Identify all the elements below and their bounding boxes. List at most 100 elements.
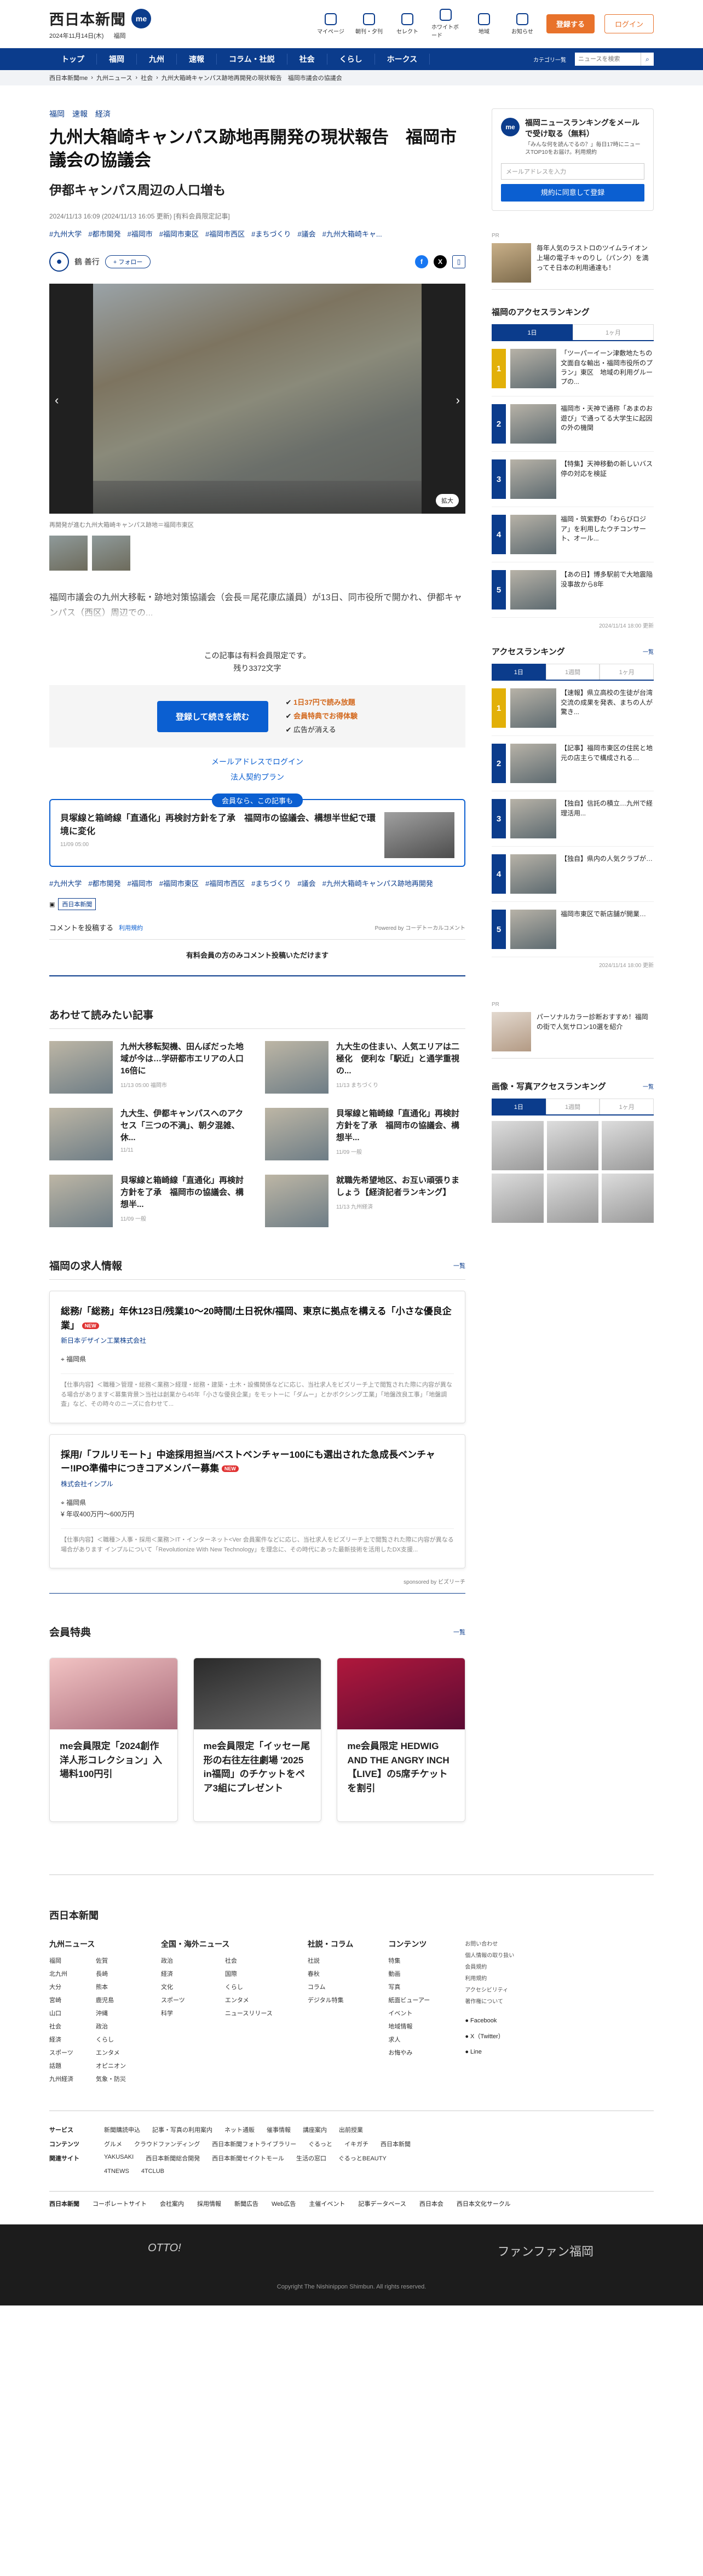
tab-1month[interactable]: 1ヶ月: [573, 324, 654, 341]
footer-link[interactable]: 沖縄: [96, 2009, 126, 2017]
footer-link[interactable]: エンタメ: [225, 1996, 273, 2004]
footer-service-link[interactable]: イキガチ: [344, 2140, 368, 2148]
header-icon-paper[interactable]: 朝刊・夕刊: [355, 13, 383, 35]
photo-thumbnail[interactable]: [49, 535, 88, 571]
footer-small-link[interactable]: 著作権について: [465, 1996, 514, 2008]
breadcrumb-item[interactable]: 西日本新聞me: [49, 73, 88, 82]
footer-logo[interactable]: 西日本新聞: [49, 1908, 654, 1922]
footer-link[interactable]: 政治: [161, 1956, 209, 1965]
footer-link[interactable]: 社説: [308, 1956, 354, 1965]
nav-item-fukuoka[interactable]: 福岡: [97, 54, 137, 65]
zoom-button[interactable]: 拡大: [436, 493, 459, 507]
newsletter-email-input[interactable]: メールアドレスを入力: [501, 163, 644, 180]
footer-link[interactable]: 春秋: [308, 1969, 354, 1978]
next-arrow-icon[interactable]: ›: [456, 393, 460, 407]
comment-rules-link[interactable]: 利用規約: [119, 923, 143, 932]
prev-arrow-icon[interactable]: ‹: [55, 393, 59, 407]
tag-link[interactable]: #九州大箱崎キャ...: [322, 228, 382, 239]
ranking-item[interactable]: 2 福岡市・天神で通称「あまのお遊び」で通ってる大学生に起因の外の機関: [492, 404, 654, 452]
footer-corporate-link[interactable]: 会社案内: [160, 2199, 184, 2208]
tab-1day[interactable]: 1日: [492, 1099, 546, 1115]
corporate-plan-link[interactable]: 法人契約プラン: [49, 772, 465, 783]
ranking-item[interactable]: 3 【特集】天神移動の新しいバス停の対応を検証: [492, 459, 654, 508]
ranking-item[interactable]: 5 【あの日】博多駅前で大地震陥没事故から8年: [492, 570, 654, 618]
recommend-item[interactable]: 貝塚線と箱崎線「直通化」再検討方針を了承 福岡市の協議会、構想半... 11/09…: [265, 1108, 465, 1161]
footer-link[interactable]: くらし: [96, 2035, 126, 2044]
breadcrumb-item[interactable]: 社会: [141, 73, 153, 82]
footer-link[interactable]: オピニオン: [96, 2061, 126, 2070]
category-link[interactable]: 福岡: [49, 108, 65, 119]
login-button[interactable]: ログイン: [604, 14, 654, 33]
category-link[interactable]: 経済: [95, 108, 111, 119]
footer-link[interactable]: 大分: [49, 1982, 79, 1991]
footer-service-link[interactable]: YAKUSAKI: [104, 2154, 134, 2163]
footer-service-link[interactable]: 西日本新聞: [381, 2140, 411, 2148]
weather-location[interactable]: 福岡: [113, 31, 125, 40]
tag-link[interactable]: #議会: [297, 878, 315, 888]
footer-link[interactable]: 政治: [96, 2022, 126, 2031]
header-icon-select[interactable]: セレクト: [393, 13, 422, 35]
footer-service-link[interactable]: ぐるっとBEAUTY: [338, 2154, 387, 2163]
recommend-item[interactable]: 九州大移転契機、田んぼだった地域が今は…学研都市エリアの人口16倍に 11/13 …: [49, 1041, 250, 1094]
header-icon-area[interactable]: 地域: [470, 13, 498, 35]
footer-link[interactable]: イベント: [388, 2009, 430, 2017]
footer-link[interactable]: 求人: [388, 2035, 430, 2044]
footer-link[interactable]: スポーツ: [49, 2048, 79, 2057]
photo-thumbnail[interactable]: [492, 1174, 544, 1223]
footer-link[interactable]: 山口: [49, 2009, 79, 2017]
footer-link[interactable]: エンタメ: [96, 2048, 126, 2057]
footer-service-link[interactable]: 記事・写真の利用案内: [152, 2125, 212, 2134]
footer-link[interactable]: 話題: [49, 2061, 79, 2070]
footer-link[interactable]: 佐賀: [96, 1956, 126, 1965]
perk-card[interactable]: me会員限定「2024創作洋人形コレクション」入場料100円引: [49, 1658, 178, 1822]
footer-small-link[interactable]: 会員規約: [465, 1962, 514, 1973]
nav-item-hawks[interactable]: ホークス: [375, 54, 430, 65]
footer-service-link[interactable]: 講座案内: [303, 2125, 327, 2134]
ranking-more-link[interactable]: 一覧: [643, 647, 654, 656]
header-icon-notice[interactable]: お知らせ: [508, 13, 537, 35]
ranking-item[interactable]: 3 【独自】信託の積立…九州で経理活用...: [492, 799, 654, 847]
nav-item-kyushu[interactable]: 九州: [137, 54, 177, 65]
perk-card[interactable]: me会員限定「イッセー尾形の右往左往劇場 '2025 in福岡」のチケットをペア…: [193, 1658, 322, 1822]
jobs-more-link[interactable]: 一覧: [453, 1261, 465, 1270]
tab-1day[interactable]: 1日: [492, 324, 573, 341]
footer-corporate-link[interactable]: コーポレートサイト: [93, 2199, 147, 2208]
tab-1month[interactable]: 1ヶ月: [600, 664, 654, 680]
x-link[interactable]: ● X（Twitter）: [465, 2029, 514, 2045]
tag-link[interactable]: #九州大学: [49, 228, 82, 239]
tag-link[interactable]: #まちづくり: [251, 228, 291, 239]
footer-service-link[interactable]: 出前授業: [339, 2125, 363, 2134]
footer-service-link[interactable]: グルメ: [104, 2140, 122, 2148]
recommend-item[interactable]: 九大生、伊都キャンパスへのアクセス「三つの不満」、朝夕混雑、休... 11/11: [49, 1108, 250, 1161]
footer-service-link[interactable]: 西日本新聞フォトライブラリー: [212, 2140, 296, 2148]
footer-service-link[interactable]: 催事情報: [267, 2125, 291, 2134]
follow-button[interactable]: + フォロー: [105, 255, 151, 268]
footer-link[interactable]: 長崎: [96, 1969, 126, 1978]
photo-thumbnail[interactable]: [602, 1174, 654, 1223]
footer-service-link[interactable]: 新聞購読申込: [104, 2125, 140, 2134]
article-photo[interactable]: ‹ › 拡大: [49, 283, 465, 514]
footer-corporate-link[interactable]: 主催イベント: [309, 2199, 345, 2208]
photo-thumbnail[interactable]: [546, 1174, 599, 1223]
footer-corporate-link[interactable]: 採用情報: [197, 2199, 221, 2208]
tag-link[interactable]: #まちづくり: [251, 878, 291, 888]
brand-fanfan[interactable]: ファンファン福岡: [498, 2242, 593, 2259]
footer-service-link[interactable]: ネット通販: [224, 2125, 255, 2134]
tag-link[interactable]: #九州大学: [49, 878, 82, 888]
tab-1day[interactable]: 1日: [492, 664, 546, 680]
footer-link[interactable]: 国際: [225, 1969, 273, 1978]
nav-item-top[interactable]: トップ: [49, 54, 97, 65]
footer-link[interactable]: お悔やみ: [388, 2048, 430, 2057]
footer-link[interactable]: 紙面ビューアー: [388, 1996, 430, 2004]
perks-more-link[interactable]: 一覧: [453, 1628, 465, 1636]
member-related-article[interactable]: 貝塚線と箱崎線「直通化」再検討方針を了承 福岡市の協議会、構想半世紀で環境に変化…: [60, 812, 454, 859]
tab-1week[interactable]: 1週間: [545, 664, 600, 680]
nav-item-society[interactable]: 社会: [287, 54, 327, 65]
site-logo[interactable]: 西日本新聞 me: [49, 8, 151, 29]
photo-thumbnail[interactable]: [92, 535, 130, 571]
newsletter-submit-button[interactable]: 規約に同意して登録: [501, 184, 644, 202]
footer-link[interactable]: 九州経済: [49, 2074, 79, 2083]
tag-link[interactable]: #福岡市東区: [159, 878, 199, 888]
tag-link[interactable]: #都市開発: [88, 878, 120, 888]
header-icon-board[interactable]: ホワイトボード: [431, 9, 460, 39]
